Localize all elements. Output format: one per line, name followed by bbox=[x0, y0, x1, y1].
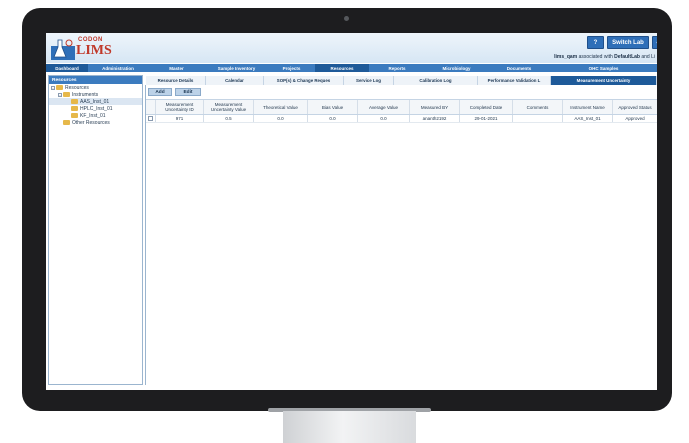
edit-button[interactable]: Edit bbox=[175, 88, 201, 96]
resource-tabs: Resource Details Calendar SOP(s) & Chang… bbox=[146, 76, 657, 85]
screen: CODON LIMS ? Switch Lab ⌕ lims_qam assoc… bbox=[46, 33, 657, 390]
cell-approved-status: Approved bbox=[625, 116, 645, 121]
cell-comments bbox=[513, 115, 563, 122]
cell-measured-by: ananth2192 bbox=[410, 115, 460, 122]
nav-documents[interactable]: Documents bbox=[488, 64, 550, 72]
tree-item-aas-inst-01[interactable]: AAS_Inst_01 bbox=[49, 98, 142, 105]
nav-sample-inventory[interactable]: Sample Inventory bbox=[205, 64, 268, 72]
nav-reports[interactable]: Reports bbox=[369, 64, 425, 72]
folder-icon bbox=[71, 99, 78, 104]
cell-bias-value: 0.0 bbox=[308, 115, 358, 122]
uncertainty-grid: Measurement Uncertainty ID Measurement U… bbox=[146, 99, 657, 123]
folder-icon bbox=[63, 92, 70, 97]
app-header: CODON LIMS ? Switch Lab ⌕ lims_qam assoc… bbox=[46, 33, 657, 63]
monitor-bezel: CODON LIMS ? Switch Lab ⌕ lims_qam assoc… bbox=[22, 8, 672, 411]
column-header[interactable]: Bias Value bbox=[308, 100, 358, 114]
camera-icon bbox=[344, 16, 349, 21]
tab-measurement-uncertainty[interactable]: Measurement Uncertainty bbox=[551, 76, 657, 85]
tab-performance-validation-log[interactable]: Performance Validation L bbox=[478, 76, 551, 85]
flask-logo-icon bbox=[51, 39, 75, 60]
nav-resources[interactable]: Resources bbox=[315, 64, 369, 72]
column-header[interactable]: Measurement Uncertainty Value bbox=[204, 100, 254, 114]
tab-calendar[interactable]: Calendar bbox=[206, 76, 264, 85]
tab-service-log[interactable]: Service Log bbox=[344, 76, 394, 85]
tab-resource-details[interactable]: Resource Details bbox=[146, 76, 206, 85]
user-info: lims_qam associated with DefaultLab and … bbox=[554, 54, 655, 60]
nav-projects[interactable]: Projects bbox=[268, 64, 315, 72]
cell-average-value: 0.0 bbox=[358, 115, 410, 122]
user-suffix: and Li bbox=[641, 54, 655, 60]
column-header[interactable]: Measured BY bbox=[410, 100, 460, 114]
user-text: associated with bbox=[578, 54, 613, 60]
table-row[interactable]: 971 0.5 0.0 0.0 0.0 ananth2192 29-01-202… bbox=[146, 115, 657, 123]
header-select bbox=[146, 100, 156, 114]
tree-label: AAS_Inst_01 bbox=[80, 98, 110, 105]
column-header[interactable]: Comments bbox=[513, 100, 563, 114]
help-button[interactable]: ? bbox=[587, 36, 604, 49]
search-icon: ⌕ bbox=[656, 39, 657, 46]
folder-icon bbox=[71, 106, 78, 111]
row-checkbox-cell[interactable] bbox=[146, 115, 156, 122]
tree-item-resources[interactable]: − Resources bbox=[49, 84, 142, 91]
sidebar: Resources − Resources − Instruments AAS_… bbox=[48, 75, 143, 385]
main-nav: Dashboard Administration Master Sample I… bbox=[46, 64, 657, 72]
nav-administration[interactable]: Administration bbox=[88, 64, 148, 72]
collapse-icon[interactable]: − bbox=[51, 85, 55, 90]
column-header[interactable]: Approved Status bbox=[613, 100, 657, 114]
tree-label: Instruments bbox=[72, 91, 99, 98]
search-button[interactable]: ⌕ bbox=[652, 36, 657, 49]
add-button[interactable]: Add bbox=[148, 88, 172, 96]
user-name: lims_qam bbox=[554, 54, 578, 60]
tree-item-instruments[interactable]: − Instruments bbox=[49, 91, 142, 98]
grid-header: Measurement Uncertainty ID Measurement U… bbox=[146, 99, 657, 115]
tree-item-other-resources[interactable]: Other Resources bbox=[49, 119, 142, 126]
cell-instrument-name: AAS_Inst_01 bbox=[563, 115, 613, 122]
tree-label: KF_Inst_01 bbox=[80, 112, 106, 119]
tree-item-hplc-inst-01[interactable]: HPLC_Inst_01 bbox=[49, 105, 142, 112]
folder-icon bbox=[63, 120, 70, 125]
column-header[interactable]: Measurement Uncertainty ID bbox=[156, 100, 204, 114]
app-logo: CODON LIMS bbox=[50, 37, 112, 61]
cell-uncertainty-value: 0.5 bbox=[204, 115, 254, 122]
nav-master[interactable]: Master bbox=[148, 64, 205, 72]
switch-lab-button[interactable]: Switch Lab bbox=[607, 36, 649, 49]
logo-big-text: LIMS bbox=[76, 43, 112, 58]
folder-icon bbox=[71, 113, 78, 118]
tree-label: HPLC_Inst_01 bbox=[80, 105, 113, 112]
tab-sops-change-requests[interactable]: SOP(s) & Change Reques bbox=[264, 76, 344, 85]
tree-label: Resources bbox=[65, 84, 89, 91]
main-panel bbox=[145, 85, 657, 385]
monitor-stand bbox=[283, 411, 416, 443]
collapse-icon[interactable]: − bbox=[58, 92, 62, 97]
folder-icon bbox=[56, 85, 63, 90]
tree-label: Other Resources bbox=[72, 119, 110, 126]
tab-calibration-log[interactable]: Calibration Log bbox=[394, 76, 478, 85]
cell-completed-date: 29-01-2021 bbox=[460, 115, 513, 122]
sidebar-title: Resources bbox=[49, 76, 142, 84]
column-header[interactable]: Average Value bbox=[358, 100, 410, 114]
cell-theoretical-value: 0.0 bbox=[254, 115, 308, 122]
cell-uncertainty-id: 971 bbox=[156, 115, 204, 122]
column-header[interactable]: Instrument Name bbox=[563, 100, 613, 114]
column-header[interactable]: Theoretical Value bbox=[254, 100, 308, 114]
nav-microbiology[interactable]: Microbiology bbox=[425, 64, 488, 72]
nav-dashboard[interactable]: Dashboard bbox=[46, 64, 88, 72]
column-header[interactable]: Completed Date bbox=[460, 100, 513, 114]
row-checkbox[interactable] bbox=[148, 116, 153, 121]
lab-name: DefaultLab bbox=[614, 54, 640, 60]
nav-ohc-samples[interactable]: OHC Samples bbox=[550, 64, 657, 72]
tree-item-kf-inst-01[interactable]: KF_Inst_01 bbox=[49, 112, 142, 119]
